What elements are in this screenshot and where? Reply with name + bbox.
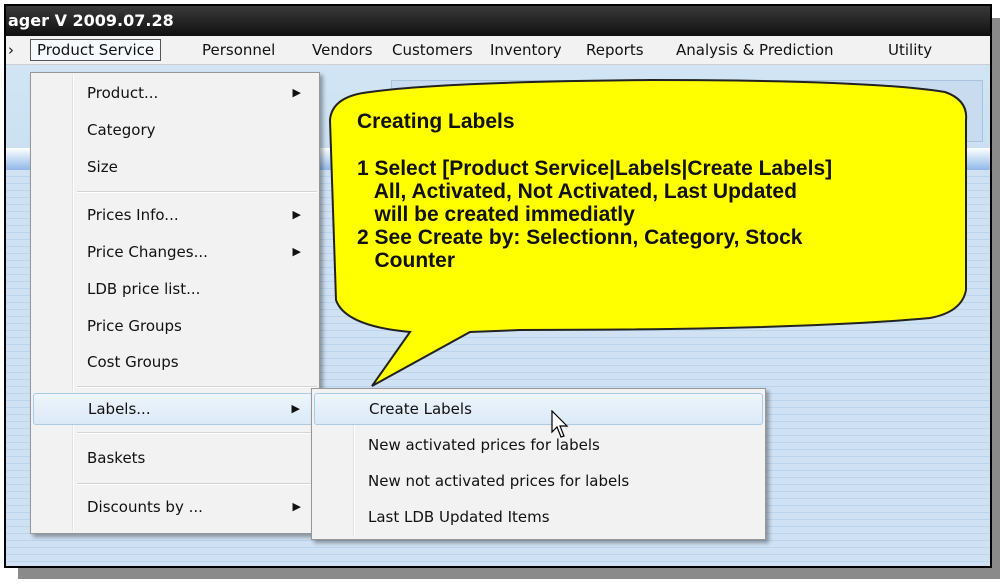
- callout-line: 1 Select [Product Service|Labels|Create …: [357, 157, 833, 180]
- callout-line: All, Activated, Not Activated, Last Upda…: [357, 180, 797, 203]
- callout-line: Counter: [357, 249, 456, 272]
- callout-title: Creating Labels: [357, 110, 515, 133]
- callout-text: Creating Labels 1 Select [Product Servic…: [357, 110, 977, 272]
- mouse-pointer-icon: [551, 410, 569, 438]
- callout-bubble: [328, 78, 968, 387]
- callout-line: will be created immediatly: [357, 203, 635, 226]
- callout-line: 2 See Create by: Selectionn, Category, S…: [357, 226, 803, 249]
